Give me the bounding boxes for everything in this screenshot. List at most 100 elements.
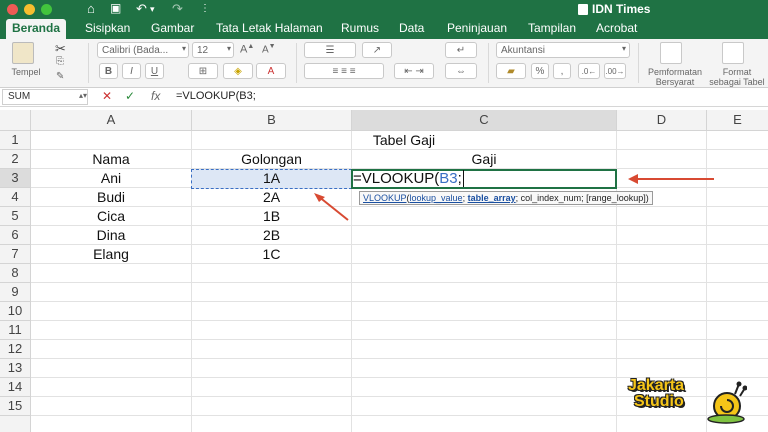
table-cell[interactable]: 2B	[192, 226, 351, 245]
tooltip-arg-table-array[interactable]: table_array	[468, 193, 516, 203]
table-cell[interactable]: Elang	[31, 245, 191, 264]
font-color-icon: A	[267, 65, 275, 77]
paste-label[interactable]: Tempel	[6, 67, 46, 77]
table-cell[interactable]: 1A	[192, 169, 351, 188]
format-painter-icon[interactable]: ✎	[56, 71, 64, 82]
bold-button[interactable]: B	[99, 63, 118, 79]
cell-formula-text[interactable]: =VLOOKUP(B3;	[353, 169, 464, 189]
tooltip-function-name[interactable]: VLOOKUP	[363, 193, 407, 203]
format-as-table-icon[interactable]	[722, 42, 744, 64]
comma-button[interactable]: ,	[553, 63, 571, 79]
tab-peninjauan[interactable]: Peninjauan	[441, 19, 513, 39]
conditional-formatting-icon[interactable]	[660, 42, 682, 64]
row-header[interactable]: 15	[0, 397, 31, 416]
insert-function-icon[interactable]: fx	[151, 89, 160, 103]
tooltip-arg-lookup-value[interactable]: lookup_value	[410, 193, 463, 203]
header-cell-gaji[interactable]: Gaji	[352, 150, 616, 169]
cut-icon[interactable]: ✂	[55, 41, 66, 57]
fill-color-button[interactable]: ◈	[223, 63, 253, 79]
row-header[interactable]: 13	[0, 359, 31, 378]
orientation-icon: ↗	[372, 44, 382, 56]
format-as-table-label[interactable]: Format sebagai Tabel	[708, 67, 766, 87]
percent-button[interactable]: %	[531, 63, 549, 79]
tab-rumus[interactable]: Rumus	[335, 19, 385, 39]
column-header-e[interactable]: E	[707, 110, 768, 131]
currency-button[interactable]: ▰	[496, 63, 526, 79]
row-header[interactable]: 11	[0, 321, 31, 340]
tab-gambar[interactable]: Gambar	[145, 19, 200, 39]
column-header-b[interactable]: B	[192, 110, 352, 131]
italic-button[interactable]: I	[122, 63, 141, 79]
conditional-formatting-label[interactable]: Pemformatan Bersyarat	[643, 67, 707, 87]
font-name-dropdown-icon[interactable]: ▾	[182, 44, 186, 53]
redo-icon[interactable]: ↷	[172, 1, 183, 17]
row-header[interactable]: 2	[0, 150, 31, 169]
undo-dropdown-icon[interactable]: ▾	[150, 4, 155, 15]
close-window-button[interactable]	[7, 4, 18, 15]
merge-icon: ⇔	[456, 65, 466, 77]
tab-beranda[interactable]: Beranda	[6, 19, 67, 39]
number-format-select[interactable]: Akuntansi	[496, 42, 630, 58]
borders-button[interactable]: ⊞	[188, 63, 218, 79]
minimize-window-button[interactable]	[24, 4, 35, 15]
increase-decimal-button[interactable]: .0←	[578, 63, 600, 79]
font-name-select[interactable]: Calibri (Bada...	[97, 42, 189, 58]
increase-font-icon[interactable]: A▲	[240, 43, 254, 56]
row-header[interactable]: 3	[0, 169, 31, 188]
row-header[interactable]: 6	[0, 226, 31, 245]
column-header-c[interactable]: C	[352, 110, 617, 131]
vertical-align-buttons[interactable]: ☰	[304, 42, 356, 58]
row-header[interactable]: 5	[0, 207, 31, 226]
column-header-d[interactable]: D	[617, 110, 707, 131]
table-title-cell[interactable]: Tabel Gaji	[192, 131, 616, 150]
column-header-a[interactable]: A	[31, 110, 192, 131]
paste-icon[interactable]	[12, 42, 34, 64]
tab-tata-letak-halaman[interactable]: Tata Letak Halaman	[210, 19, 329, 39]
font-size-dropdown-icon[interactable]: ▾	[227, 44, 231, 53]
formula-content[interactable]: =VLOOKUP(B3;	[176, 90, 256, 102]
indent-buttons[interactable]: ⇤ ⇥	[394, 63, 434, 79]
tab-data[interactable]: Data	[393, 19, 430, 39]
watermark-line-1: Jakarta	[628, 377, 685, 394]
select-all-corner[interactable]	[0, 110, 31, 131]
save-icon[interactable]: ▣	[110, 1, 121, 15]
row-header[interactable]: 9	[0, 283, 31, 302]
decrease-font-icon[interactable]: A▼	[262, 43, 276, 55]
table-cell[interactable]: 1C	[192, 245, 351, 264]
merge-button[interactable]: ⇔	[445, 63, 477, 79]
table-cell[interactable]: Ani	[31, 169, 191, 188]
header-cell-golongan[interactable]: Golongan	[192, 150, 351, 169]
function-argument-tooltip[interactable]: VLOOKUP(lookup_value; table_array; col_i…	[359, 191, 653, 205]
horizontal-align-buttons[interactable]: ≡ ≡ ≡	[304, 63, 384, 79]
more-options-icon[interactable]: ⋮	[200, 3, 210, 14]
font-color-button[interactable]: A	[256, 63, 286, 79]
cancel-icon[interactable]: ✕	[102, 89, 112, 103]
snail-mascot-icon	[707, 381, 747, 424]
maximize-window-button[interactable]	[41, 4, 52, 15]
underline-button[interactable]: U	[145, 63, 164, 79]
decrease-decimal-button[interactable]: .00→	[604, 63, 626, 79]
row-header[interactable]: 10	[0, 302, 31, 321]
table-cell[interactable]: Dina	[31, 226, 191, 245]
orientation-button[interactable]: ↗	[362, 42, 392, 58]
name-box[interactable]: SUM	[2, 89, 88, 105]
copy-icon[interactable]: ⎘	[56, 56, 64, 67]
row-header[interactable]: 7	[0, 245, 31, 264]
row-header[interactable]: 12	[0, 340, 31, 359]
name-box-dropdown-icon[interactable]: ▴▾	[79, 91, 87, 100]
row-header[interactable]: 14	[0, 378, 31, 397]
table-cell[interactable]: Budi	[31, 188, 191, 207]
header-cell-nama[interactable]: Nama	[31, 150, 191, 169]
enter-icon[interactable]: ✓	[125, 89, 135, 103]
tab-sisipkan[interactable]: Sisipkan	[79, 19, 136, 39]
row-header[interactable]: 4	[0, 188, 31, 207]
tab-acrobat[interactable]: Acrobat	[590, 19, 643, 39]
home-icon[interactable]: ⌂	[87, 1, 95, 16]
undo-icon[interactable]: ↶	[136, 1, 147, 17]
wrap-text-button[interactable]: ↵	[445, 42, 477, 58]
table-cell[interactable]: Cica	[31, 207, 191, 226]
tab-tampilan[interactable]: Tampilan	[522, 19, 582, 39]
row-header[interactable]: 1	[0, 131, 31, 150]
row-header[interactable]: 8	[0, 264, 31, 283]
number-format-dropdown-icon[interactable]: ▾	[622, 44, 626, 53]
